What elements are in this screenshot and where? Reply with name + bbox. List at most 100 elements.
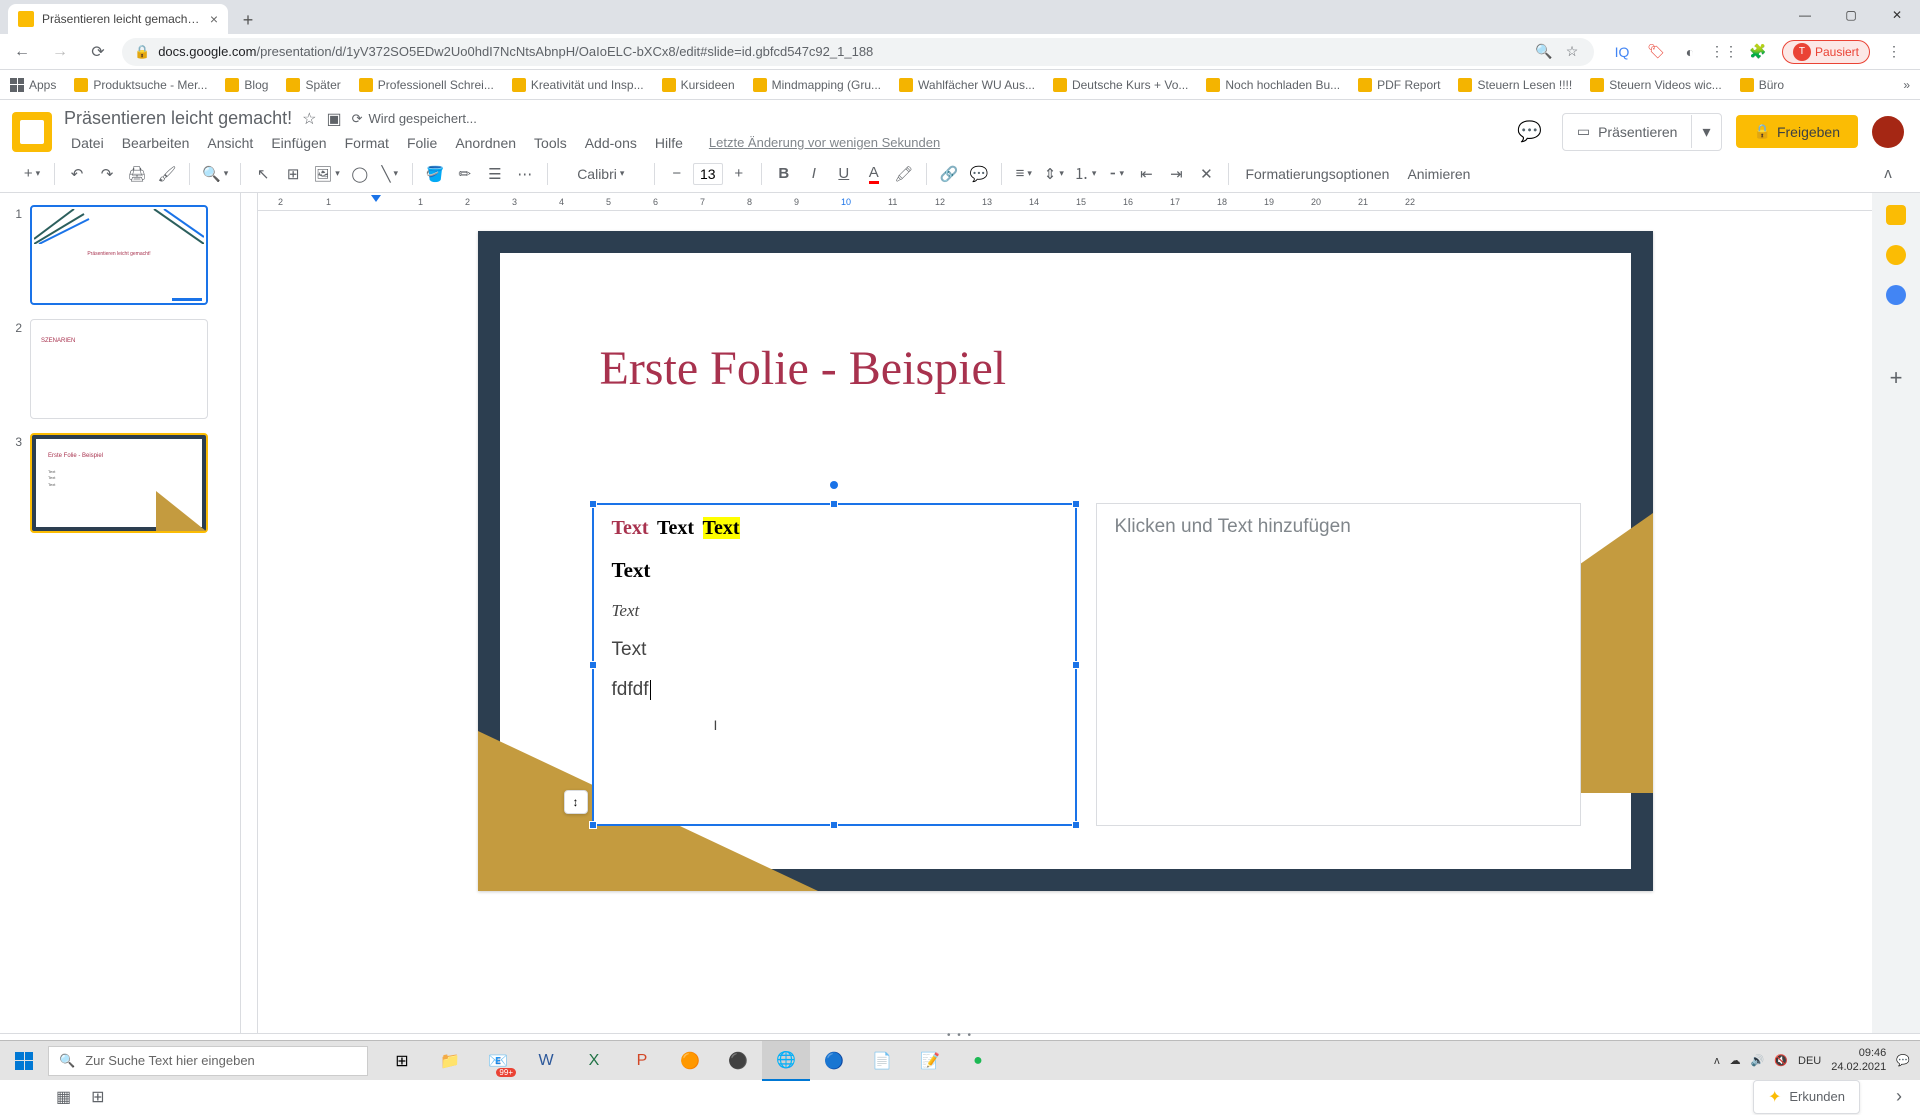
star-icon[interactable]: ☆: [1562, 42, 1582, 62]
volume-icon[interactable]: 🔊: [1751, 1054, 1765, 1067]
ext-icon-1[interactable]: IQ: [1612, 42, 1632, 62]
bookmark-item[interactable]: Büro: [1740, 78, 1784, 92]
highlight-button[interactable]: 🖍: [890, 160, 918, 188]
add-addon-button[interactable]: +: [1890, 365, 1903, 391]
resize-handle[interactable]: [1072, 500, 1080, 508]
collapse-toolbar-button[interactable]: ʌ: [1874, 160, 1902, 188]
resize-handle[interactable]: [1072, 661, 1080, 669]
new-slide-button[interactable]: +: [18, 160, 46, 188]
bookmark-item[interactable]: Produktsuche - Mer...: [74, 78, 207, 92]
bookmark-item[interactable]: Steuern Videos wic...: [1590, 78, 1722, 92]
border-weight-button[interactable]: ☰: [481, 160, 509, 188]
thumb-preview[interactable]: SZENARIEN: [30, 319, 208, 419]
keep-icon[interactable]: [1886, 245, 1906, 265]
fill-color-button[interactable]: 🪣: [421, 160, 449, 188]
bookmark-item[interactable]: PDF Report: [1358, 78, 1440, 92]
font-size-input[interactable]: [693, 163, 723, 185]
tray-expand-icon[interactable]: ʌ: [1714, 1055, 1720, 1067]
numbered-list-button[interactable]: ⒈: [1070, 160, 1101, 188]
explore-button[interactable]: ✦ Erkunden: [1753, 1080, 1860, 1114]
slides-logo[interactable]: [12, 112, 52, 152]
clear-format-button[interactable]: ✕: [1192, 160, 1220, 188]
resize-handle[interactable]: [589, 500, 597, 508]
word-icon[interactable]: W: [522, 1041, 570, 1081]
ext-icon-4[interactable]: ⋮⋮: [1714, 42, 1734, 62]
paint-format-button[interactable]: 🖌: [153, 160, 181, 188]
ext-icon-2[interactable]: 🏷: [1646, 42, 1666, 62]
autofit-button[interactable]: ↕: [564, 790, 588, 814]
text-color-button[interactable]: A: [860, 160, 888, 188]
last-edit-link[interactable]: Letzte Änderung vor wenigen Sekunden: [702, 131, 947, 155]
border-color-button[interactable]: ✏: [451, 160, 479, 188]
align-button[interactable]: ≡: [1010, 160, 1038, 188]
underline-button[interactable]: U: [830, 160, 858, 188]
textbox-tool[interactable]: ⊞: [279, 160, 307, 188]
comments-button[interactable]: 💬: [1512, 114, 1548, 150]
clock[interactable]: 09:46 24.02.2021: [1831, 1047, 1886, 1073]
app-icon[interactable]: 📝: [906, 1041, 954, 1081]
menu-edit[interactable]: Bearbeiten: [115, 131, 197, 155]
shape-tool[interactable]: ◯: [346, 160, 374, 188]
line-spacing-button[interactable]: ⇕: [1040, 160, 1068, 188]
canvas-wrap[interactable]: Erste Folie - Beispiel Text Te: [258, 211, 1872, 1033]
italic-button[interactable]: I: [800, 160, 828, 188]
menu-insert[interactable]: Einfügen: [264, 131, 333, 155]
text-line-4[interactable]: Text: [612, 639, 1057, 661]
link-button[interactable]: 🔗: [935, 160, 963, 188]
resize-handle[interactable]: [589, 661, 597, 669]
select-tool[interactable]: ↖: [249, 160, 277, 188]
browser-tab[interactable]: Präsentieren leicht gemacht! - G ×: [8, 4, 228, 34]
menu-file[interactable]: Datei: [64, 131, 111, 155]
spotify-icon[interactable]: ●: [954, 1041, 1002, 1081]
bookmark-item[interactable]: Blog: [225, 78, 268, 92]
text-line-3[interactable]: Text: [612, 601, 1057, 621]
border-dash-button[interactable]: ⋯: [511, 160, 539, 188]
mail-icon[interactable]: 📧99+: [474, 1041, 522, 1081]
zoom-icon[interactable]: 🔍: [1534, 42, 1554, 62]
redo-button[interactable]: ↷: [93, 160, 121, 188]
menu-help[interactable]: Hilfe: [648, 131, 690, 155]
minimize-button[interactable]: —: [1782, 0, 1828, 30]
move-icon[interactable]: ▣: [326, 109, 341, 129]
forward-button[interactable]: →: [46, 38, 74, 66]
excel-icon[interactable]: X: [570, 1041, 618, 1081]
bookmark-item[interactable]: Kursideen: [662, 78, 735, 92]
menu-view[interactable]: Ansicht: [200, 131, 260, 155]
maximize-button[interactable]: ▢: [1828, 0, 1874, 30]
menu-arrange[interactable]: Anordnen: [448, 131, 523, 155]
font-size-increase[interactable]: +: [725, 160, 753, 188]
filmstrip-view-button[interactable]: ▦: [56, 1087, 71, 1107]
bulleted-list-button[interactable]: ⁃: [1102, 160, 1130, 188]
resize-handle[interactable]: [589, 821, 597, 829]
comment-button[interactable]: 💬: [965, 160, 993, 188]
thumbnail-1[interactable]: 1 Präsentieren leicht gemacht!: [10, 205, 230, 305]
apps-button[interactable]: Apps: [10, 78, 56, 92]
language-indicator[interactable]: DEU: [1798, 1055, 1821, 1067]
browser-menu-icon[interactable]: ⋮: [1884, 42, 1904, 62]
menu-slide[interactable]: Folie: [400, 131, 444, 155]
taskbar-search[interactable]: 🔍 Zur Suche Text hier eingeben: [48, 1046, 368, 1076]
side-panel-toggle[interactable]: ›: [1896, 1086, 1902, 1107]
present-button[interactable]: ▭Präsentieren: [1563, 115, 1693, 148]
menu-format[interactable]: Format: [338, 131, 396, 155]
bookmark-item[interactable]: Noch hochladen Bu...: [1206, 78, 1340, 92]
resize-handle[interactable]: [830, 821, 838, 829]
profile-badge[interactable]: T Pausiert: [1782, 40, 1870, 64]
text-line-5[interactable]: fdfdf: [612, 679, 1057, 701]
bookmark-item[interactable]: Wahlfächer WU Aus...: [899, 78, 1035, 92]
text-line-1[interactable]: Text Text Text: [612, 517, 1057, 540]
outdent-button[interactable]: ⇤: [1132, 160, 1160, 188]
menu-tools[interactable]: Tools: [527, 131, 574, 155]
back-button[interactable]: ←: [8, 38, 36, 66]
animate-button[interactable]: Animieren: [1399, 160, 1478, 188]
start-button[interactable]: [0, 1041, 48, 1081]
thumb-preview[interactable]: Präsentieren leicht gemacht!: [30, 205, 208, 305]
bookmark-item[interactable]: Professionell Schrei...: [359, 78, 494, 92]
bookmark-item[interactable]: Später: [286, 78, 340, 92]
user-avatar[interactable]: [1872, 116, 1904, 148]
textbox-right-placeholder[interactable]: Klicken und Text hinzufügen: [1096, 503, 1581, 826]
powerpoint-icon[interactable]: P: [618, 1041, 666, 1081]
edge-icon[interactable]: 🔵: [810, 1041, 858, 1081]
line-tool[interactable]: ╲: [376, 160, 404, 188]
bookmark-item[interactable]: Deutsche Kurs + Vo...: [1053, 78, 1188, 92]
